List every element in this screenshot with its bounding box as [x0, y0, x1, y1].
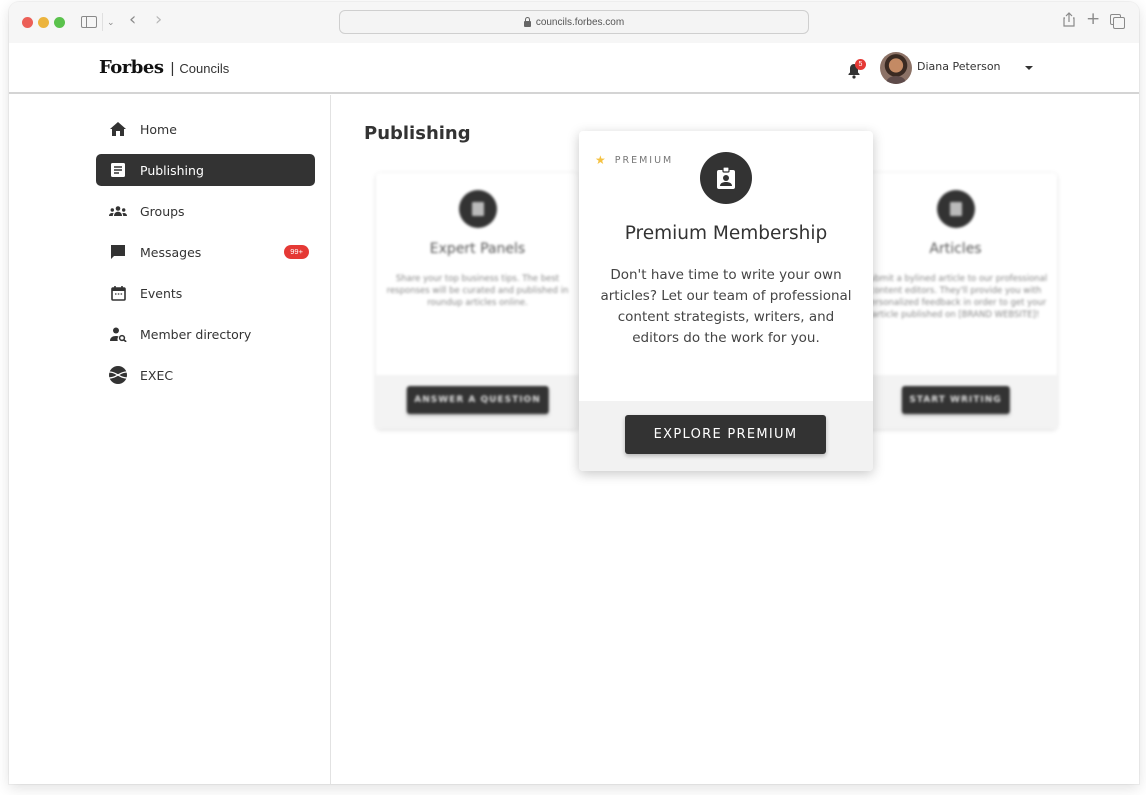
- premium-footer: EXPLORE PREMIUM: [579, 401, 873, 471]
- card-footer: START WRITING: [854, 375, 1057, 429]
- sidebar-item-label: Messages: [140, 244, 202, 260]
- url-text: councils.forbes.com: [535, 16, 625, 28]
- sidebar-item-label: Home: [140, 121, 177, 137]
- minimize-window-button[interactable]: [38, 17, 49, 28]
- sidebar-item-member-directory[interactable]: Member directory: [96, 318, 315, 350]
- sidebar-item-messages[interactable]: Messages 99+: [96, 236, 315, 268]
- premium-membership-card: ★ PREMIUM Premium Membership Don't have …: [579, 131, 873, 471]
- notification-count-badge: 5: [855, 59, 866, 70]
- app-header: Forbes | Councils 5 Diana Peterson: [9, 43, 1139, 94]
- badge-id-icon: [700, 152, 752, 204]
- logo-separator: |: [170, 60, 175, 77]
- start-writing-button[interactable]: START WRITING: [901, 386, 1010, 414]
- close-window-button[interactable]: [22, 17, 33, 28]
- premium-title: Premium Membership: [624, 223, 828, 244]
- user-name[interactable]: Diana Peterson: [917, 60, 1001, 73]
- calendar-icon: [109, 284, 127, 302]
- article-icon: [109, 161, 127, 179]
- home-icon: [109, 120, 127, 138]
- maximize-window-button[interactable]: [54, 17, 65, 28]
- sidebar-item-groups[interactable]: Groups: [96, 195, 315, 227]
- sidebar-item-label: Events: [140, 285, 183, 301]
- expert-panels-icon: [458, 190, 497, 228]
- premium-tag: ★ PREMIUM: [595, 154, 673, 166]
- tab-overview-icon[interactable]: [1110, 14, 1125, 29]
- sidebar-item-exec[interactable]: EXEC: [96, 359, 315, 391]
- new-tab-button[interactable]: +: [1086, 10, 1100, 28]
- star-icon: ★: [595, 153, 606, 167]
- card-title: Articles: [929, 241, 982, 257]
- chevron-down-icon[interactable]: ⌄: [107, 14, 115, 32]
- sidebar-item-events[interactable]: Events: [96, 277, 315, 309]
- sidebar-item-home[interactable]: Home: [96, 113, 315, 145]
- logo-product: Councils: [179, 61, 230, 76]
- page-title: Publishing: [364, 123, 471, 144]
- card-footer: ANSWER A QUESTION: [376, 375, 579, 429]
- groups-icon: [109, 202, 127, 220]
- card-description: Share your top business tips. The best r…: [386, 274, 569, 308]
- sidebar-nav: Home Publishing Groups Messages 99+ Even…: [9, 95, 331, 784]
- person-search-icon: [109, 325, 127, 343]
- sidebar-item-label: Groups: [140, 203, 185, 219]
- logo-brand: Forbes: [99, 57, 164, 78]
- sidebar-toggle-icon[interactable]: [81, 16, 97, 28]
- address-bar[interactable]: councils.forbes.com: [339, 10, 809, 34]
- explore-premium-button[interactable]: EXPLORE PREMIUM: [625, 415, 826, 454]
- messages-count-badge: 99+: [284, 245, 309, 259]
- forbes-councils-logo[interactable]: Forbes | Councils: [99, 57, 229, 78]
- answer-question-button[interactable]: ANSWER A QUESTION: [406, 386, 549, 414]
- card-title: Expert Panels: [429, 241, 526, 257]
- share-icon[interactable]: [1063, 12, 1075, 32]
- chat-icon: [109, 243, 127, 261]
- premium-tag-label: PREMIUM: [614, 154, 674, 166]
- lock-icon: [523, 16, 531, 27]
- sidebar-item-label: Publishing: [140, 162, 204, 178]
- user-menu-caret-icon[interactable]: [1025, 66, 1033, 70]
- back-button[interactable]: ‹: [129, 11, 136, 29]
- expert-panels-card: Expert Panels Share your top business ti…: [376, 173, 579, 429]
- forward-button[interactable]: ›: [155, 11, 162, 29]
- sidebar-item-label: EXEC: [140, 367, 174, 383]
- sidebar-item-label: Member directory: [140, 326, 252, 342]
- main-content: Publishing Expert Panels Share your top …: [332, 95, 1139, 784]
- card-description: Submit a bylined article to our professi…: [863, 274, 1048, 320]
- browser-window: ⌄ ‹ › councils.forbes.com + Forbes | Cou…: [9, 2, 1139, 784]
- user-avatar[interactable]: [880, 52, 912, 84]
- toolbar-divider: [102, 13, 103, 31]
- articles-card: Articles Submit a bylined article to our…: [854, 173, 1057, 429]
- premium-description: Don't have time to write your own articl…: [600, 267, 852, 346]
- browser-toolbar: ⌄ ‹ › councils.forbes.com +: [9, 2, 1139, 43]
- exec-icon: [109, 366, 127, 384]
- document-icon: [936, 190, 975, 228]
- sidebar-item-publishing[interactable]: Publishing: [96, 154, 315, 186]
